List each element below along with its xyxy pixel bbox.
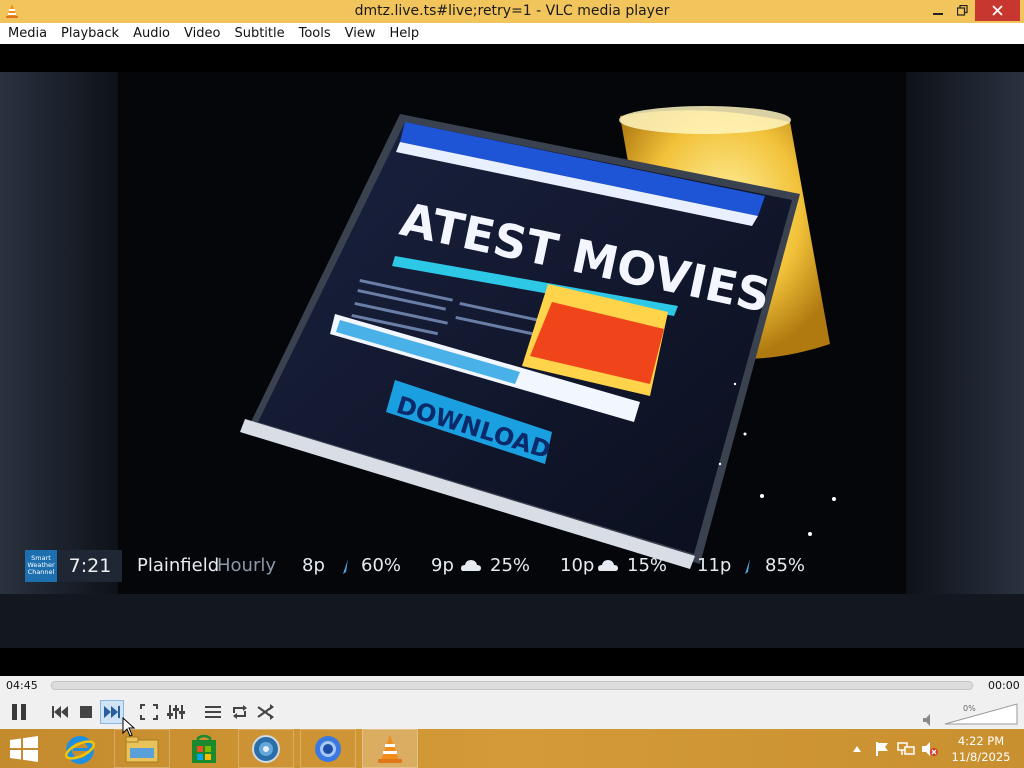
taskbar-internet-explorer[interactable]	[52, 729, 108, 768]
volume-wedge: 0%	[944, 703, 1018, 725]
seek-slider[interactable]	[51, 681, 973, 690]
clock-date: 11/8/2025	[951, 750, 1011, 764]
shuffle-button[interactable]	[254, 700, 278, 724]
elapsed-time: 04:45	[6, 679, 38, 692]
action-center-button[interactable]	[872, 729, 892, 768]
taskbar-store[interactable]	[176, 729, 232, 768]
previous-icon	[52, 706, 68, 718]
playlist-icon	[205, 706, 221, 718]
start-button[interactable]	[0, 729, 48, 768]
globe-app-icon	[252, 734, 280, 763]
volume-slider[interactable]: 0%	[943, 700, 1019, 726]
loop-button[interactable]	[228, 700, 252, 724]
rain-icon	[343, 559, 348, 574]
menu-help[interactable]: Help	[383, 23, 427, 44]
pause-icon	[12, 704, 26, 720]
browser-icon	[315, 735, 341, 762]
folder-icon	[125, 736, 159, 762]
mouse-cursor-icon	[122, 717, 136, 737]
close-icon	[992, 5, 1003, 16]
muted-speaker-icon	[922, 741, 938, 756]
menu-view[interactable]: View	[338, 23, 383, 44]
next-button[interactable]	[100, 700, 124, 724]
network-icon	[897, 741, 915, 755]
stop-button[interactable]	[75, 700, 97, 724]
minimize-icon	[932, 12, 943, 15]
cloud-icon	[598, 560, 618, 571]
pause-button[interactable]	[6, 700, 32, 724]
forecast-hour-3: 10p	[560, 555, 595, 576]
menu-tools[interactable]: Tools	[292, 23, 338, 44]
fullscreen-icon	[140, 704, 158, 720]
playlist-button[interactable]	[201, 700, 225, 724]
weather-city: Plainfield	[137, 555, 220, 576]
vlc-window: dmtz.live.ts#live;retry=1 - VLC media pl…	[0, 0, 1024, 768]
forecast-pct-3: 15%	[627, 555, 668, 576]
menu-subtitle[interactable]: Subtitle	[227, 23, 291, 44]
clock[interactable]: 4:22 PM 11/8/2025	[946, 733, 1016, 765]
menu-audio[interactable]: Audio	[126, 23, 177, 44]
cloud-icon	[461, 560, 481, 571]
equalizer-icon	[167, 705, 185, 719]
forecast-pct-2: 25%	[490, 555, 531, 576]
chevron-up-icon	[853, 745, 861, 752]
weather-logo-text: Smart Weather Channel	[27, 554, 55, 576]
video-area[interactable]: ATEST MOVIES DOWNLOAD	[0, 44, 1024, 676]
taskbar-media-app[interactable]	[238, 729, 294, 768]
window-title: dmtz.live.ts#live;retry=1 - VLC media pl…	[354, 3, 670, 19]
weather-mode: Hourly	[217, 555, 277, 576]
video-frame: ATEST MOVIES DOWNLOAD	[0, 44, 1024, 676]
volume-label: 0%	[963, 704, 976, 713]
menu-bar: Media Playback Audio Video Subtitle Tool…	[0, 23, 1024, 44]
show-hidden-icons-button[interactable]	[848, 729, 866, 768]
taskbar-vlc[interactable]	[362, 729, 418, 768]
flag-icon	[876, 741, 888, 756]
clock-time: 4:22 PM	[957, 734, 1005, 748]
vlc-cone-icon	[378, 734, 402, 763]
weather-channel-logo: Smart Weather Channel	[25, 550, 57, 582]
forecast-hour-1: 8p	[302, 555, 325, 576]
forecast-hour-4: 11p	[697, 555, 732, 576]
forecast-pct-4: 85%	[765, 555, 806, 576]
remaining-time[interactable]: 00:00	[988, 679, 1020, 692]
stop-icon	[80, 706, 92, 718]
menu-media[interactable]: Media	[1, 23, 54, 44]
menu-video[interactable]: Video	[177, 23, 227, 44]
restore-button[interactable]	[948, 0, 977, 21]
loop-icon	[233, 705, 247, 719]
previous-button[interactable]	[48, 700, 72, 724]
fullscreen-button[interactable]	[137, 700, 161, 724]
network-button[interactable]	[896, 729, 916, 768]
weather-time: 7:21	[58, 550, 122, 582]
internet-explorer-icon	[64, 735, 96, 764]
menu-playback[interactable]: Playback	[54, 23, 126, 44]
forecast-hour-2: 9p	[431, 555, 454, 576]
close-button[interactable]	[975, 0, 1020, 21]
speaker-icon	[923, 714, 930, 726]
title-bar[interactable]: dmtz.live.ts#live;retry=1 - VLC media pl…	[0, 0, 1024, 23]
windows-logo-icon	[10, 735, 38, 762]
extended-settings-button[interactable]	[164, 700, 188, 724]
shuffle-icon	[257, 704, 274, 720]
restore-icon	[957, 5, 968, 16]
next-icon	[104, 706, 120, 718]
store-icon	[192, 734, 216, 763]
volume-tray-button[interactable]	[920, 729, 940, 768]
rain-icon	[745, 559, 750, 574]
forecast-pct-1: 60%	[361, 555, 402, 576]
taskbar-browser[interactable]	[300, 729, 356, 768]
